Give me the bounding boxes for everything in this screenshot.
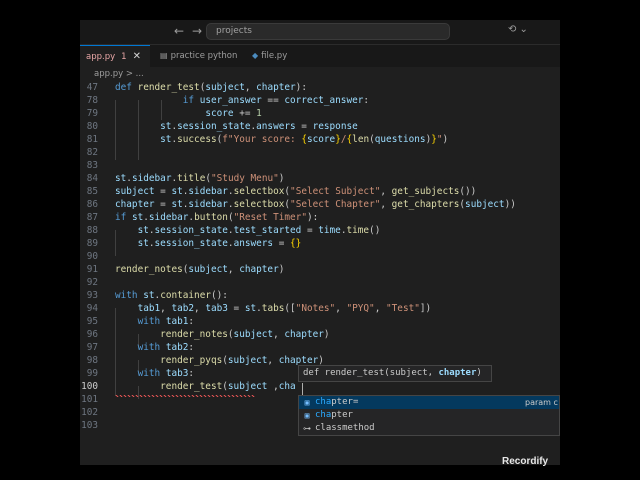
command-center-search[interactable]: projects [206, 23, 450, 40]
suggestion-match: cha [315, 410, 332, 420]
breadcrumb[interactable]: app.py > ... [94, 69, 144, 79]
suggestion-rest: pter= [331, 397, 359, 407]
signature-prefix: def render_test(subject, [303, 368, 439, 378]
command-center-text: projects [216, 26, 252, 36]
tab-file-py[interactable]: ◆ file.py [248, 45, 332, 67]
tab-label: file.py [261, 51, 288, 61]
suggestion-rest: classmethod [315, 423, 375, 433]
suggestion-item[interactable]: ▣ chapter [299, 409, 559, 422]
forward-arrow-icon[interactable]: → [192, 24, 202, 38]
tab-practice-python[interactable]: ▤ practice python [158, 45, 244, 67]
code-editor-window: ← → projects ⟲ ⌄ app.py 1 ✕ ▤ practice pyth… [80, 20, 560, 465]
suggestion-rest: pter [331, 410, 353, 420]
back-arrow-icon[interactable]: ← [174, 24, 184, 38]
text-cursor [302, 383, 303, 395]
suggestion-detail: param c [525, 398, 558, 407]
python-file-icon: ◆ [252, 51, 259, 60]
tab-bar: app.py 1 ✕ ▤ practice python ◆ file.py [80, 45, 560, 67]
suggestion-widget: ▣ chapter= param c ▣ chapter ⊶ classmeth… [298, 395, 560, 436]
suggestion-match: cha [315, 397, 332, 407]
tab-label: app.py [86, 52, 116, 62]
suggestion-item[interactable]: ▣ chapter= param c [299, 396, 559, 409]
variable-icon: ▣ [304, 411, 310, 420]
title-bar: ← → projects ⟲ ⌄ [80, 20, 560, 45]
recordify-watermark: Recordify [502, 456, 549, 467]
file-icon: ▤ [160, 51, 168, 60]
suggestion-item[interactable]: ⊶ classmethod [299, 422, 559, 435]
keyword-icon: ⊶ [303, 424, 311, 433]
signature-suffix: ) [476, 368, 482, 378]
copilot-icon[interactable]: ⟲ ⌄ [508, 24, 528, 35]
error-squiggle [115, 395, 255, 397]
close-icon[interactable]: ✕ [133, 51, 141, 62]
variable-icon: ▣ [304, 398, 310, 407]
error-count-badge: 1 [121, 52, 127, 62]
active-parameter: chapter [438, 368, 477, 378]
signature-help-popup: def render_test(subject, chapter) [298, 365, 492, 382]
tab-label: practice python [170, 51, 238, 61]
tab-app-py[interactable]: app.py 1 ✕ [80, 45, 150, 67]
